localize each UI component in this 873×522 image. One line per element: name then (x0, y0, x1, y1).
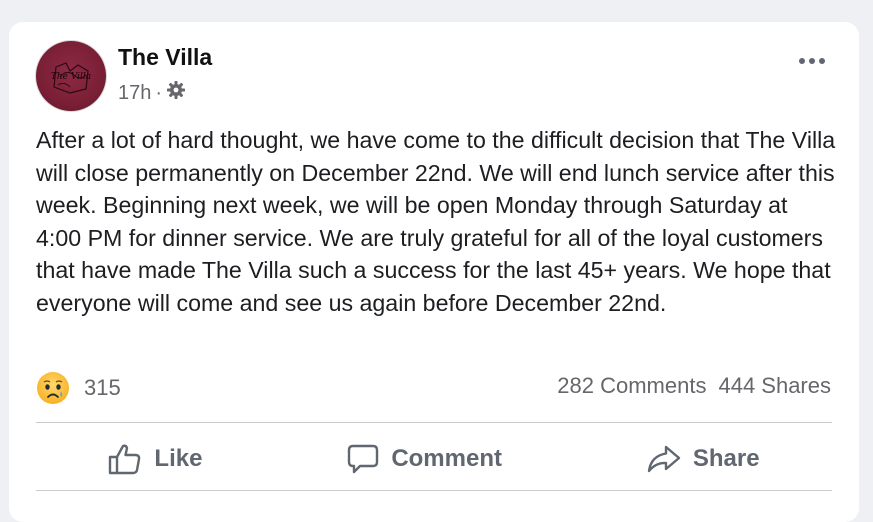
post-body: After a lot of hard thought, we have com… (36, 127, 836, 316)
comments-count[interactable]: 282 Comments (557, 373, 706, 399)
post-card: The Villa The Villa 17h · After a lot of… (9, 22, 859, 522)
comment-button[interactable]: Comment (347, 443, 502, 475)
gear-icon (166, 80, 186, 106)
action-bar: Like Comment Share (36, 427, 832, 491)
share-arrow-icon (647, 445, 681, 473)
sad-face-icon (37, 372, 69, 404)
comment-icon (348, 444, 379, 474)
share-label: Share (692, 445, 760, 472)
thumbs-up-icon (109, 444, 141, 475)
comment-label: Comment (391, 445, 502, 472)
like-button[interactable]: Like (108, 443, 202, 475)
reaction-count: 315 (84, 375, 121, 400)
engagement-counts: 282 Comments 444 Shares (557, 373, 831, 399)
dot-icon (819, 58, 825, 64)
more-options-button[interactable] (799, 58, 825, 64)
page-name[interactable]: The Villa (118, 44, 212, 71)
divider (36, 422, 832, 423)
reaction-summary[interactable]: 315 (36, 371, 121, 405)
dot-icon (809, 58, 815, 64)
villa-logo: The Villa (51, 62, 91, 94)
avatar-logo-text: The Villa (51, 72, 91, 82)
share-button[interactable]: Share (647, 444, 760, 474)
divider (36, 490, 832, 491)
shares-count[interactable]: 444 Shares (718, 373, 831, 399)
meta-separator: · (155, 81, 163, 104)
post-meta: 17h · (118, 80, 186, 106)
page-avatar[interactable]: The Villa (36, 41, 106, 111)
like-label: Like (154, 445, 203, 472)
dot-icon (799, 58, 805, 64)
post-time[interactable]: 17h (118, 82, 151, 105)
